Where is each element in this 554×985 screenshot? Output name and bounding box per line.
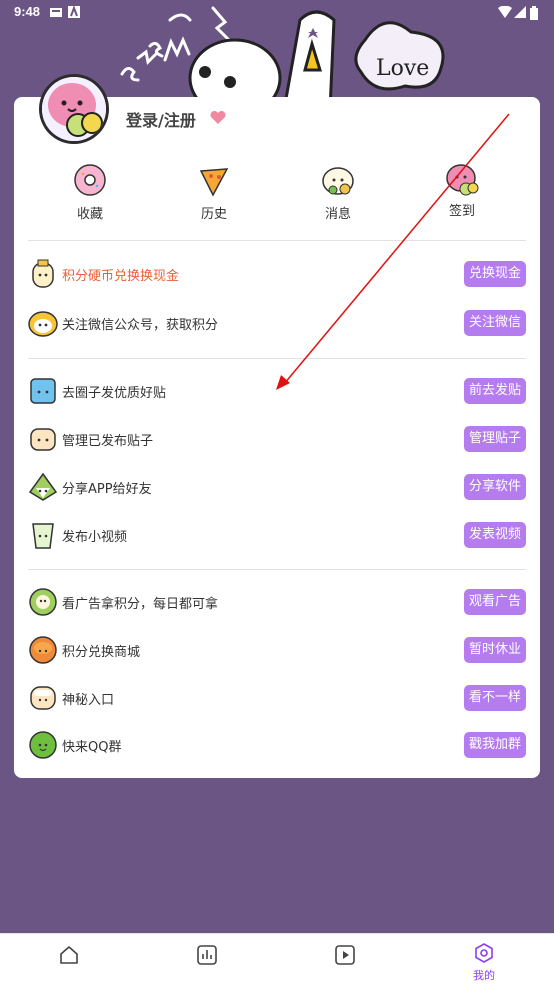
bottle-icon [28, 259, 58, 289]
notification-icon [50, 6, 62, 18]
divider [28, 569, 526, 570]
donut-icon [73, 163, 107, 197]
sushi-icon [28, 308, 58, 338]
nav-video[interactable] [325, 944, 365, 970]
quick-messages-label: 消息 [324, 207, 351, 222]
list-item-label: 管理已发布贴子 [62, 434, 154, 449]
macaron-icon [445, 163, 479, 197]
toast-icon [28, 424, 58, 454]
list-item-label: 发布小视频 [62, 530, 128, 545]
ice-cube-icon [28, 376, 58, 406]
divider [28, 240, 526, 241]
list-item-label: 积分兑换商城 [62, 645, 141, 660]
list-item-label: 神秘入口 [62, 693, 115, 708]
cup-icon [28, 520, 58, 550]
manage-posts-button[interactable]: 管理贴子 [463, 426, 526, 452]
nav-mine[interactable]: 我的 [464, 942, 504, 983]
list-item-label: 积分硬币兑换换现金 [62, 269, 180, 284]
play-icon [334, 945, 356, 970]
rice-ball-icon [28, 472, 58, 502]
list-item-watch-ads[interactable]: 看广告拿积分，每日都可拿 观看广告 [28, 587, 526, 617]
profile-card: 登录/注册 收藏 历史 消息 签到 积分硬币兑换换现金 兑换现金 关注微信公众号… [14, 77, 540, 778]
hexagon-icon [473, 943, 495, 968]
quick-favorites-label: 收藏 [76, 207, 103, 222]
list-item-label: 看广告拿积分，每日都可拿 [62, 597, 219, 612]
list-item-mystery-entrance[interactable]: 神秘入口 看不一样 [28, 683, 526, 713]
home-icon [58, 946, 80, 970]
nav-home[interactable] [49, 944, 89, 970]
list-item-label: 分享APP给好友 [62, 482, 152, 497]
app-notification-icon [68, 5, 80, 18]
lime-icon [28, 730, 58, 760]
dumpling-icon [28, 683, 58, 713]
list-item-label: 快来QQ群 [62, 740, 122, 755]
list-item-points-mall[interactable]: 积分兑换商城 暂时休业 [28, 635, 526, 665]
quick-checkin-label: 签到 [448, 204, 475, 219]
exchange-cash-button[interactable]: 兑换现金 [463, 261, 526, 287]
heart-icon [210, 110, 226, 129]
list-item-follow-wechat[interactable]: 关注微信公众号，获取积分 关注微信 [28, 308, 526, 338]
pizza-icon [197, 163, 231, 197]
join-group-button[interactable]: 戳我加群 [463, 732, 526, 758]
look-different-button[interactable]: 看不一样 [463, 685, 526, 711]
cookie-icon [28, 635, 58, 665]
signal-icon [514, 6, 526, 18]
publish-video-button[interactable]: 发表视频 [463, 522, 526, 548]
avatar[interactable] [42, 77, 106, 141]
svg-text:Love: Love [376, 56, 429, 81]
quick-favorites[interactable]: 收藏 [60, 163, 120, 222]
roll-icon [28, 587, 58, 617]
watch-ads-button[interactable]: 观看广告 [463, 589, 526, 615]
nav-stats[interactable] [187, 944, 227, 970]
list-item-post-circle[interactable]: 去圈子发优质好贴 前去发贴 [28, 376, 526, 406]
follow-wechat-button[interactable]: 关注微信 [463, 310, 526, 336]
list-item-share-app[interactable]: 分享APP给好友 分享软件 [28, 472, 526, 502]
list-item-exchange-cash[interactable]: 积分硬币兑换换现金 兑换现金 [28, 259, 526, 289]
go-post-button[interactable]: 前去发贴 [463, 378, 526, 404]
share-app-button[interactable]: 分享软件 [463, 474, 526, 500]
bun-icon [321, 163, 355, 197]
quick-messages[interactable]: 消息 [308, 163, 368, 222]
battery-icon [530, 6, 542, 20]
wifi-icon [498, 5, 512, 18]
status-time: 9:48 [14, 4, 41, 19]
list-item-publish-video[interactable]: 发布小视频 发表视频 [28, 520, 526, 550]
list-item-label: 关注微信公众号，获取积分 [62, 318, 219, 333]
login-register-link[interactable]: 登录/注册 [126, 107, 196, 131]
bottom-navigation: 我的 [0, 933, 554, 985]
nav-mine-label: 我的 [473, 969, 495, 982]
list-item-qq-group[interactable]: 快来QQ群 戳我加群 [28, 730, 526, 760]
divider [28, 358, 526, 359]
status-bar: 9:48 [0, 0, 554, 24]
quick-history[interactable]: 历史 [184, 163, 244, 222]
quick-history-label: 历史 [200, 207, 227, 222]
list-item-manage-posts[interactable]: 管理已发布贴子 管理贴子 [28, 424, 526, 454]
quick-checkin[interactable]: 签到 [432, 163, 492, 219]
temporarily-closed-button[interactable]: 暂时休业 [463, 637, 526, 663]
list-item-label: 去圈子发优质好贴 [62, 386, 167, 401]
chart-icon [196, 945, 218, 970]
